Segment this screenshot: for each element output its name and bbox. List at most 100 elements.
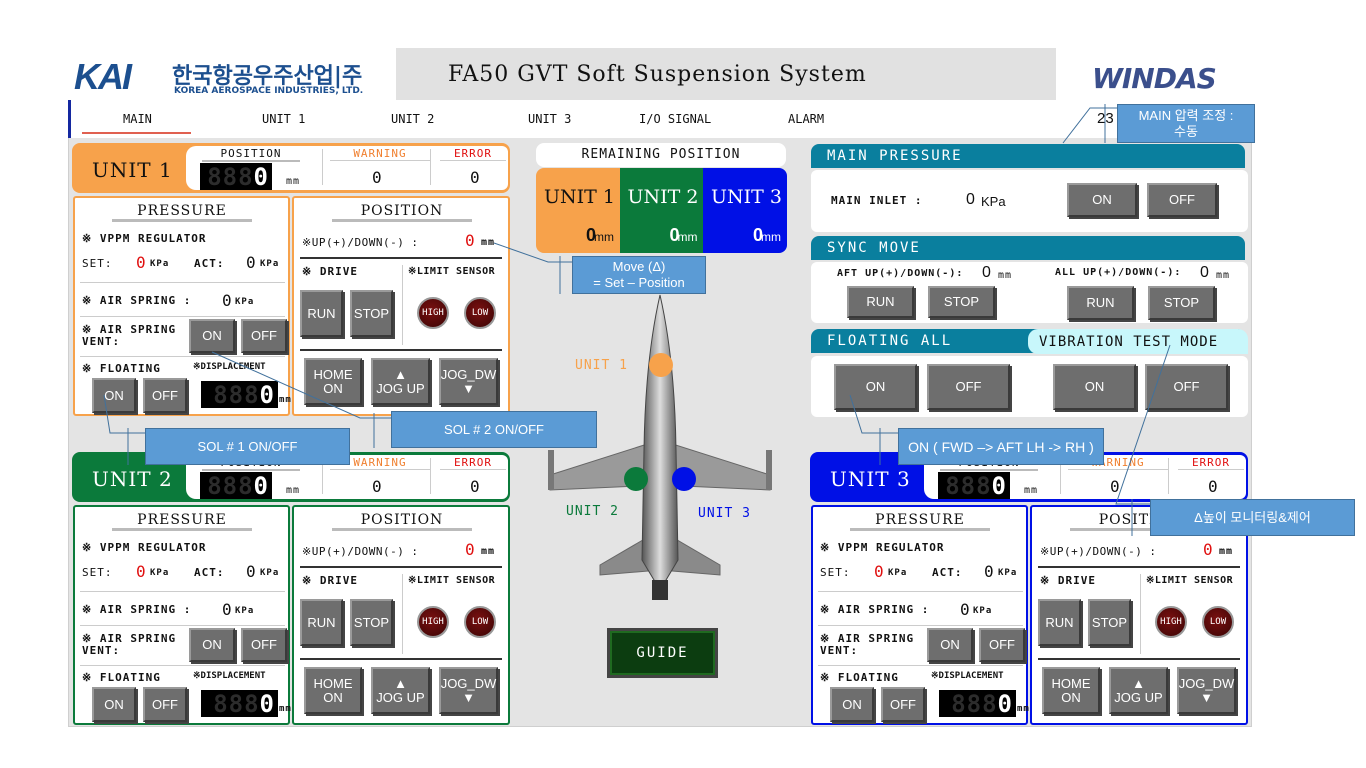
- title-bar: FA50 GVT Soft Suspension System: [396, 48, 1056, 100]
- main-pressure-off-button[interactable]: OFF: [1147, 183, 1217, 217]
- unit-2-floating-off-button[interactable]: OFF: [143, 687, 187, 722]
- unit-3-air-spring-unit: KPa: [973, 606, 993, 616]
- unit-1-label: UNIT 1: [92, 158, 173, 182]
- unit-3-jog-down-button[interactable]: JOG_DW ▼: [1177, 667, 1236, 714]
- unit-1-position-unit: mm: [286, 176, 301, 187]
- unit-2-vent-off-button[interactable]: OFF: [241, 628, 287, 662]
- app-title: FA50 GVT Soft Suspension System: [448, 62, 867, 87]
- divider: [1038, 566, 1240, 568]
- unit-3-displacement-display: 888 0: [939, 689, 1016, 718]
- unit-2-set-label: SET:: [82, 566, 113, 579]
- aft-stop-button[interactable]: STOP: [928, 286, 995, 318]
- active-tab-indicator: [82, 132, 191, 134]
- aft-run-button[interactable]: RUN: [847, 286, 914, 318]
- unit-3-marker: [672, 467, 696, 491]
- main-inlet-value: 0: [966, 191, 975, 208]
- remaining-unit-1-label: UNIT 1: [544, 186, 615, 208]
- all-run-button[interactable]: RUN: [1067, 286, 1134, 320]
- unit-2-vppm-label: ※ VPPM REGULATOR: [82, 541, 207, 554]
- unit-1-drive-label: ※ DRIVE: [302, 265, 358, 278]
- floating-all-off-button[interactable]: OFF: [927, 364, 1010, 410]
- divider: [300, 658, 502, 660]
- unit-2-error-value: 0: [470, 477, 480, 496]
- unit-3-error-label: ERROR: [1178, 456, 1244, 470]
- remaining-unit-1-unit: mm: [594, 230, 614, 244]
- unit-1-pressure-title: PRESSURE: [112, 203, 252, 222]
- tab-io-signal[interactable]: I/O SIGNAL: [639, 112, 711, 126]
- tab-main[interactable]: MAIN: [123, 112, 152, 126]
- unit-3-run-button[interactable]: RUN: [1038, 599, 1081, 646]
- unit-2-vent-on-button[interactable]: ON: [189, 628, 235, 662]
- unit-3-label: UNIT 3: [830, 467, 911, 491]
- unit-1-error-label: ERROR: [440, 147, 506, 161]
- vibration-test-mode-header: VIBRATION TEST MODE: [1028, 329, 1248, 354]
- unit-2-home-on-button[interactable]: HOME ON: [304, 667, 362, 714]
- unit-3-set-unit: KPa: [888, 568, 908, 578]
- windas-logo-text: WINDAS: [1092, 62, 1217, 95]
- unit-1-vent-on-button[interactable]: ON: [189, 319, 235, 353]
- vibration-on-button[interactable]: ON: [1053, 364, 1136, 410]
- unit-3-stop-button[interactable]: STOP: [1088, 599, 1131, 646]
- aircraft-unit-1-label: UNIT 1: [575, 358, 628, 373]
- unit-1-air-spring-value: 0: [222, 291, 232, 310]
- unit-1-vent-label: ※ AIR SPRING VENT:: [82, 323, 177, 348]
- unit-1-run-button[interactable]: RUN: [300, 290, 343, 337]
- unit-1-floating-off-button[interactable]: OFF: [143, 378, 187, 413]
- unit-1-marker: [649, 353, 673, 377]
- unit-3-displacement-label: ※DISPLACEMENT: [931, 671, 1004, 681]
- divider: [80, 316, 285, 317]
- unit-1-jog-up-button[interactable]: ▲ JOG UP: [371, 358, 430, 405]
- all-updown-label: ALL UP(+)/DOWN(-):: [1055, 267, 1182, 278]
- seg-digits-off: 888: [951, 689, 998, 718]
- divider: [80, 665, 285, 666]
- tab-unit-2[interactable]: UNIT 2: [391, 112, 434, 126]
- unit-2-error-label: ERROR: [440, 456, 506, 470]
- unit-2-act-unit: KPa: [260, 568, 280, 578]
- aircraft-unit-3-label: UNIT 3: [698, 506, 751, 521]
- windas-logo: WINDAS: [1056, 48, 1252, 100]
- unit-3-home-on-button[interactable]: HOME ON: [1042, 667, 1100, 714]
- unit-3-updown-label: ※UP(+)/DOWN(-) :: [1040, 545, 1157, 558]
- unit-1-floating-on-button[interactable]: ON: [92, 378, 136, 413]
- seg-digits-off: 888: [207, 471, 254, 500]
- unit-3-vent-on-button[interactable]: ON: [927, 628, 973, 662]
- unit-3-vent-off-button[interactable]: OFF: [979, 628, 1025, 662]
- floating-all-on-button[interactable]: ON: [834, 364, 917, 410]
- unit-1-home-on-button[interactable]: HOME ON: [304, 358, 362, 405]
- unit-1-vent-off-button[interactable]: OFF: [241, 319, 287, 353]
- all-stop-button[interactable]: STOP: [1148, 286, 1215, 320]
- unit-1-displacement-unit: mm: [279, 395, 292, 405]
- divider: [818, 625, 1023, 626]
- seg-value: 0: [253, 162, 269, 191]
- callout-main-pressure: MAIN 압력 조정 : 수동: [1117, 104, 1255, 143]
- unit-3-set-label: SET:: [820, 566, 851, 579]
- all-updown-value: 0: [1200, 264, 1209, 281]
- tab-unit-1[interactable]: UNIT 1: [262, 112, 305, 126]
- unit-3-pressure-title: PRESSURE: [850, 512, 990, 531]
- tab-unit-3[interactable]: UNIT 3: [528, 112, 571, 126]
- guide-button[interactable]: GUIDE: [607, 628, 718, 678]
- unit-2-stop-button[interactable]: STOP: [350, 599, 393, 646]
- unit-3-jog-up-button[interactable]: ▲ JOG UP: [1109, 667, 1168, 714]
- tab-alarm[interactable]: ALARM: [788, 112, 824, 126]
- unit-2-floating-on-button[interactable]: ON: [92, 687, 136, 722]
- unit-2-jog-up-button[interactable]: ▲ JOG UP: [371, 667, 430, 714]
- divider: [402, 265, 403, 345]
- callout-move: Move (Δ) = Set – Position: [572, 256, 706, 294]
- unit-2-run-button[interactable]: RUN: [300, 599, 343, 646]
- divider: [322, 149, 323, 185]
- unit-1-jog-down-button[interactable]: JOG_DW ▼: [439, 358, 498, 405]
- seg-value: 0: [259, 689, 275, 718]
- remaining-unit-3: UNIT 3 0 mm: [703, 168, 787, 253]
- unit-3-floating-on-button[interactable]: ON: [830, 687, 874, 722]
- unit-2-jog-down-button[interactable]: JOG_DW ▼: [439, 667, 498, 714]
- unit-3-vent-label: ※ AIR SPRING VENT:: [820, 632, 915, 657]
- unit-1-updown-label: ※UP(+)/DOWN(-) :: [302, 236, 419, 249]
- unit-3-updown-unit: mm: [1219, 546, 1234, 557]
- main-pressure-on-button[interactable]: ON: [1067, 183, 1137, 217]
- unit-1-displacement-label: ※DISPLACEMENT: [193, 362, 266, 372]
- unit-1-stop-button[interactable]: STOP: [350, 290, 393, 337]
- vibration-off-button[interactable]: OFF: [1145, 364, 1228, 410]
- sync-move-header: SYNC MOVE: [811, 236, 1245, 260]
- unit-3-floating-off-button[interactable]: OFF: [881, 687, 925, 722]
